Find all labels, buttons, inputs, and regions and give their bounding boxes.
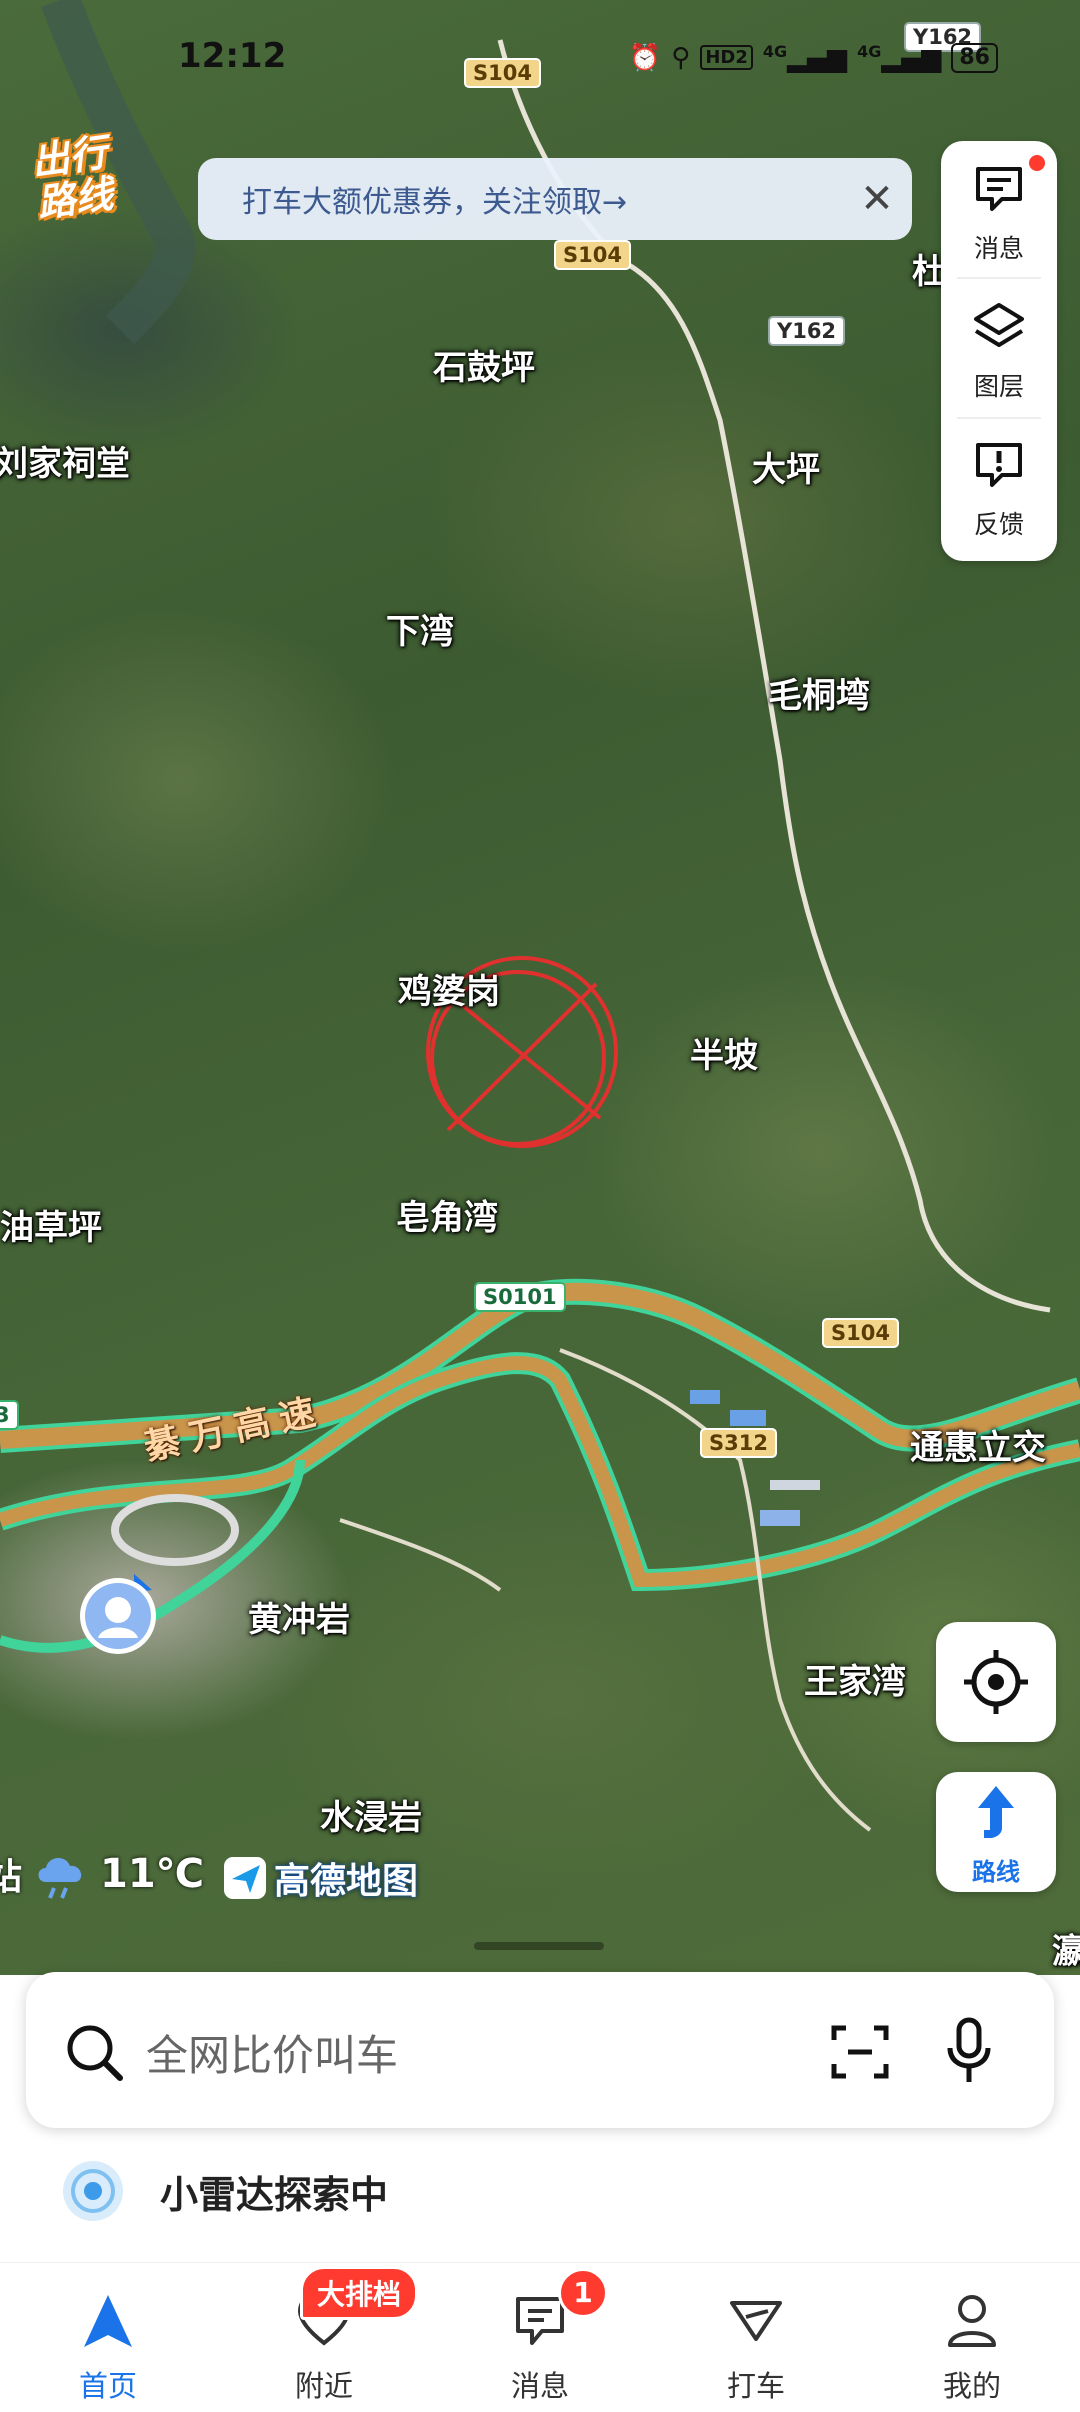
- travel-route-logo[interactable]: 出行路线: [29, 127, 144, 226]
- place-label: 王家湾: [804, 1662, 906, 1702]
- place-label: 鸡婆岗: [398, 972, 500, 1012]
- status-time: 12:12: [178, 36, 287, 76]
- road-tag: S104: [554, 240, 631, 270]
- layers-tool-button[interactable]: 图层: [941, 279, 1057, 415]
- map-tool-panel: 消息 图层 反馈: [941, 141, 1057, 561]
- crosshair-icon: [964, 1650, 1028, 1714]
- tab-label: 首页: [78, 2369, 137, 2403]
- place-label: 刘家祠堂: [0, 444, 130, 484]
- unread-dot: [1029, 155, 1045, 171]
- tab-label: 我的: [942, 2369, 1001, 2403]
- message-count-badge: 1: [558, 2268, 608, 2318]
- scan-icon[interactable]: [828, 2020, 892, 2084]
- amap-logo-icon: [224, 1857, 266, 1899]
- satellite-map[interactable]: 石鼓坪 刘家祠堂 大坪 下湾 毛桐塆 鸡婆岗 半坡 油草坪 皂角湾 通惠立交 黄…: [0, 0, 1080, 1990]
- user-location-marker[interactable]: [76, 1566, 162, 1654]
- search-bar[interactable]: 全网比价叫车: [26, 1972, 1054, 2128]
- tab-bar: 首页 附近 消息 打车 我的: [0, 2262, 1080, 2412]
- message-tool-button[interactable]: 消息: [941, 141, 1057, 277]
- tab-messages[interactable]: 消息: [432, 2263, 648, 2412]
- place-label: 通惠立交: [910, 1428, 1046, 1468]
- place-label: 皂角湾: [396, 1198, 498, 1238]
- cloud-rain-icon: [38, 1857, 82, 1899]
- tab-label: 消息: [510, 2369, 569, 2403]
- place-label: 半坡: [690, 1036, 758, 1076]
- feedback-tool-button[interactable]: 反馈: [941, 417, 1057, 553]
- home-navigation-icon: [84, 2295, 132, 2347]
- place-label: 黄冲岩: [248, 1600, 350, 1640]
- locate-button[interactable]: [936, 1622, 1056, 1742]
- amap-logo-text: 高德地图: [274, 1861, 419, 1902]
- route-arrow-icon: [978, 1786, 1014, 1838]
- tab-profile[interactable]: 我的: [864, 2263, 1080, 2412]
- radar-status-text: 小雷达探索中: [160, 2172, 389, 2217]
- hd-icon: HD2: [700, 45, 753, 71]
- feedback-icon: [976, 443, 1022, 487]
- place-label: 油草坪: [0, 1208, 102, 1248]
- road-layer: [0, 0, 1080, 1832]
- taxi-icon: [730, 2301, 782, 2341]
- place-label: 大坪: [752, 450, 820, 490]
- weather-widget[interactable]: 站 11℃: [0, 1848, 204, 1900]
- location-pin-icon: ⚲: [671, 42, 691, 73]
- search-icon: [67, 2025, 123, 2081]
- status-bar: 12:12 ⏰ ⚲ HD2 4G▂▄▆ 4G▂▄▆ 86: [0, 36, 1080, 86]
- road-tag: 3: [0, 1400, 19, 1430]
- user-icon: [948, 2295, 996, 2347]
- feedback-tool-label: 反馈: [973, 510, 1024, 539]
- route-button-label: 路线: [972, 1858, 1020, 1886]
- signal-icon: 4G▂▄▆: [762, 42, 848, 74]
- amap-logo: 高德地图: [222, 1852, 418, 1904]
- station-edge-text: 站: [0, 1857, 23, 1898]
- signal-icon: 4G▂▄▆: [857, 42, 942, 74]
- promo-banner-text[interactable]: 打车大额优惠券，关注领取→: [242, 177, 842, 221]
- search-input[interactable]: 全网比价叫车: [146, 2022, 398, 2083]
- alarm-icon: ⏰: [628, 42, 662, 73]
- place-label: 石鼓坪: [433, 348, 535, 388]
- sheet-handle[interactable]: [474, 1942, 604, 1950]
- battery-indicator: 86: [951, 42, 998, 73]
- tab-home[interactable]: 首页: [0, 2263, 216, 2412]
- place-label: 瀛: [1052, 1932, 1080, 1972]
- status-icons: ⏰ ⚲ HD2 4G▂▄▆ 4G▂▄▆ 86: [629, 42, 998, 74]
- tab-taxi[interactable]: 打车: [648, 2263, 864, 2412]
- microphone-icon[interactable]: [944, 2016, 994, 2086]
- weather-temperature: 11℃: [100, 1851, 205, 1897]
- radar-row[interactable]: 小雷达探索中: [62, 2160, 388, 2222]
- place-label: 毛桐塆: [768, 676, 870, 716]
- place-label: 下湾: [386, 612, 454, 652]
- tab-label: 附近: [294, 2369, 353, 2403]
- radar-icon: [63, 2161, 123, 2221]
- message-icon: [976, 167, 1022, 211]
- message-tool-label: 消息: [973, 234, 1024, 263]
- tab-label: 打车: [726, 2369, 785, 2403]
- road-tag: S0101: [474, 1282, 566, 1312]
- close-icon[interactable]: ✕: [842, 176, 912, 222]
- layers-tool-label: 图层: [973, 372, 1024, 401]
- route-button[interactable]: 路线: [936, 1772, 1056, 1892]
- layers-icon: [974, 303, 1024, 347]
- nearby-badge: 大排档: [300, 2266, 419, 2320]
- road-tag: Y162: [768, 316, 846, 346]
- place-label: 水浸岩: [320, 1798, 422, 1838]
- promo-banner[interactable]: 打车大额优惠券，关注领取→ ✕: [198, 158, 912, 240]
- road-tag: S104: [822, 1318, 899, 1348]
- road-tag: S312: [700, 1428, 777, 1458]
